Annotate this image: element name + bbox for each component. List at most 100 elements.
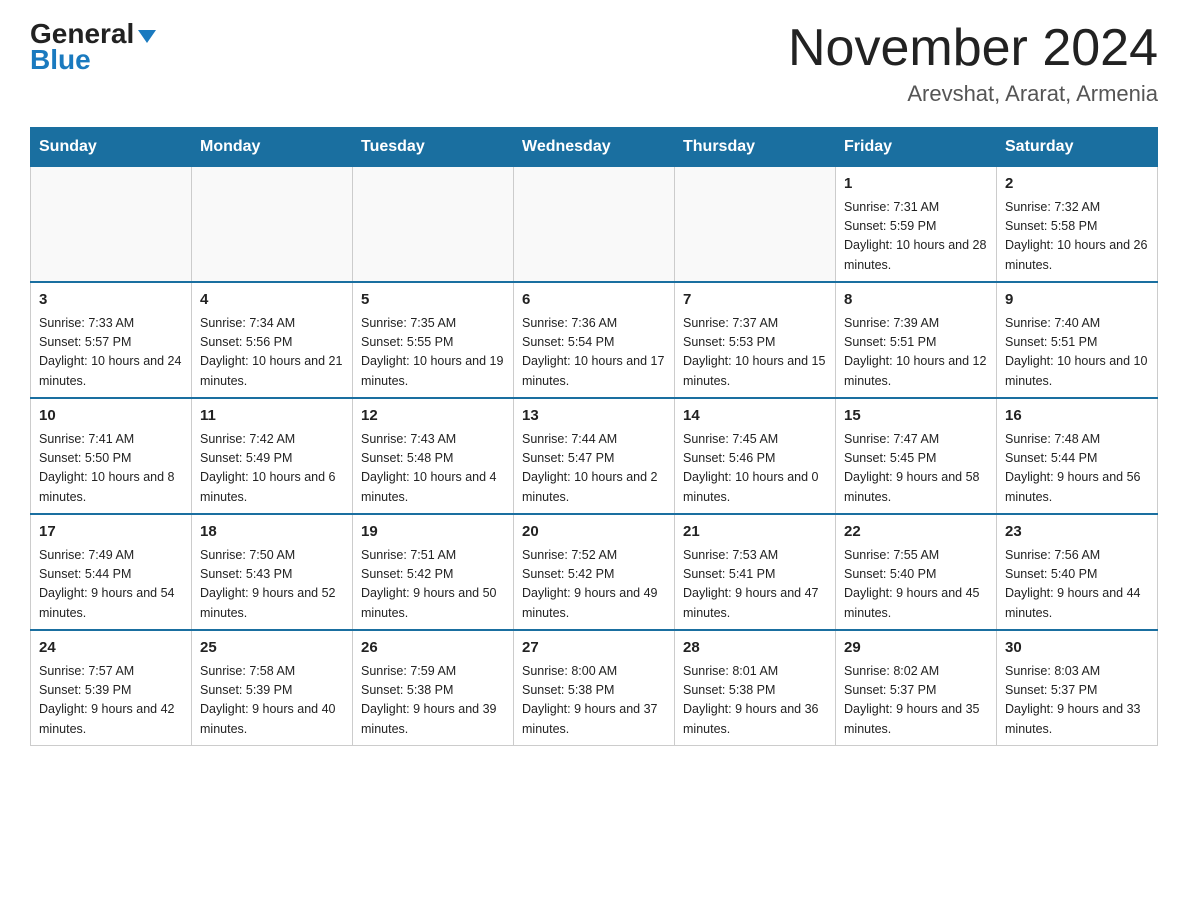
- calendar-table: SundayMondayTuesdayWednesdayThursdayFrid…: [30, 127, 1158, 746]
- day-info: Sunrise: 7:48 AM Sunset: 5:44 PM Dayligh…: [1005, 430, 1149, 508]
- day-info: Sunrise: 7:39 AM Sunset: 5:51 PM Dayligh…: [844, 314, 988, 392]
- day-number: 30: [1005, 637, 1149, 660]
- calendar-cell: 30Sunrise: 8:03 AM Sunset: 5:37 PM Dayli…: [997, 630, 1158, 746]
- calendar-cell: 7Sunrise: 7:37 AM Sunset: 5:53 PM Daylig…: [675, 282, 836, 398]
- col-header-friday: Friday: [836, 128, 997, 167]
- day-number: 8: [844, 289, 988, 312]
- calendar-cell: 20Sunrise: 7:52 AM Sunset: 5:42 PM Dayli…: [514, 514, 675, 630]
- calendar-header-row: SundayMondayTuesdayWednesdayThursdayFrid…: [31, 128, 1158, 167]
- calendar-cell: 9Sunrise: 7:40 AM Sunset: 5:51 PM Daylig…: [997, 282, 1158, 398]
- day-info: Sunrise: 7:56 AM Sunset: 5:40 PM Dayligh…: [1005, 546, 1149, 624]
- day-info: Sunrise: 8:03 AM Sunset: 5:37 PM Dayligh…: [1005, 662, 1149, 740]
- day-info: Sunrise: 7:41 AM Sunset: 5:50 PM Dayligh…: [39, 430, 183, 508]
- calendar-cell: [353, 167, 514, 283]
- day-info: Sunrise: 7:36 AM Sunset: 5:54 PM Dayligh…: [522, 314, 666, 392]
- day-number: 20: [522, 521, 666, 544]
- day-info: Sunrise: 8:01 AM Sunset: 5:38 PM Dayligh…: [683, 662, 827, 740]
- day-info: Sunrise: 7:31 AM Sunset: 5:59 PM Dayligh…: [844, 198, 988, 276]
- calendar-week-row: 1Sunrise: 7:31 AM Sunset: 5:59 PM Daylig…: [31, 167, 1158, 283]
- day-number: 24: [39, 637, 183, 660]
- calendar-cell: 1Sunrise: 7:31 AM Sunset: 5:59 PM Daylig…: [836, 167, 997, 283]
- day-number: 12: [361, 405, 505, 428]
- calendar-cell: 22Sunrise: 7:55 AM Sunset: 5:40 PM Dayli…: [836, 514, 997, 630]
- day-info: Sunrise: 7:42 AM Sunset: 5:49 PM Dayligh…: [200, 430, 344, 508]
- day-number: 1: [844, 173, 988, 196]
- day-number: 29: [844, 637, 988, 660]
- day-info: Sunrise: 7:52 AM Sunset: 5:42 PM Dayligh…: [522, 546, 666, 624]
- calendar-cell: 18Sunrise: 7:50 AM Sunset: 5:43 PM Dayli…: [192, 514, 353, 630]
- day-number: 26: [361, 637, 505, 660]
- calendar-cell: 10Sunrise: 7:41 AM Sunset: 5:50 PM Dayli…: [31, 398, 192, 514]
- day-info: Sunrise: 7:50 AM Sunset: 5:43 PM Dayligh…: [200, 546, 344, 624]
- day-number: 4: [200, 289, 344, 312]
- day-number: 21: [683, 521, 827, 544]
- day-info: Sunrise: 7:32 AM Sunset: 5:58 PM Dayligh…: [1005, 198, 1149, 276]
- calendar-cell: 12Sunrise: 7:43 AM Sunset: 5:48 PM Dayli…: [353, 398, 514, 514]
- calendar-cell: 3Sunrise: 7:33 AM Sunset: 5:57 PM Daylig…: [31, 282, 192, 398]
- calendar-cell: [675, 167, 836, 283]
- calendar-cell: 26Sunrise: 7:59 AM Sunset: 5:38 PM Dayli…: [353, 630, 514, 746]
- day-number: 17: [39, 521, 183, 544]
- calendar-cell: 19Sunrise: 7:51 AM Sunset: 5:42 PM Dayli…: [353, 514, 514, 630]
- day-number: 11: [200, 405, 344, 428]
- calendar-cell: 2Sunrise: 7:32 AM Sunset: 5:58 PM Daylig…: [997, 167, 1158, 283]
- day-number: 10: [39, 405, 183, 428]
- col-header-sunday: Sunday: [31, 128, 192, 167]
- day-number: 15: [844, 405, 988, 428]
- title-area: November 2024 Arevshat, Ararat, Armenia: [788, 20, 1158, 107]
- calendar-cell: 29Sunrise: 8:02 AM Sunset: 5:37 PM Dayli…: [836, 630, 997, 746]
- day-info: Sunrise: 7:47 AM Sunset: 5:45 PM Dayligh…: [844, 430, 988, 508]
- day-number: 25: [200, 637, 344, 660]
- day-info: Sunrise: 7:45 AM Sunset: 5:46 PM Dayligh…: [683, 430, 827, 508]
- day-info: Sunrise: 7:35 AM Sunset: 5:55 PM Dayligh…: [361, 314, 505, 392]
- logo-arrow-icon: [138, 30, 156, 43]
- calendar-cell: [192, 167, 353, 283]
- month-title: November 2024: [788, 20, 1158, 77]
- calendar-week-row: 17Sunrise: 7:49 AM Sunset: 5:44 PM Dayli…: [31, 514, 1158, 630]
- col-header-tuesday: Tuesday: [353, 128, 514, 167]
- day-info: Sunrise: 7:55 AM Sunset: 5:40 PM Dayligh…: [844, 546, 988, 624]
- day-number: 6: [522, 289, 666, 312]
- day-info: Sunrise: 7:43 AM Sunset: 5:48 PM Dayligh…: [361, 430, 505, 508]
- day-number: 13: [522, 405, 666, 428]
- day-info: Sunrise: 7:58 AM Sunset: 5:39 PM Dayligh…: [200, 662, 344, 740]
- day-number: 27: [522, 637, 666, 660]
- calendar-cell: 28Sunrise: 8:01 AM Sunset: 5:38 PM Dayli…: [675, 630, 836, 746]
- day-info: Sunrise: 7:44 AM Sunset: 5:47 PM Dayligh…: [522, 430, 666, 508]
- calendar-week-row: 3Sunrise: 7:33 AM Sunset: 5:57 PM Daylig…: [31, 282, 1158, 398]
- day-info: Sunrise: 7:53 AM Sunset: 5:41 PM Dayligh…: [683, 546, 827, 624]
- day-info: Sunrise: 7:33 AM Sunset: 5:57 PM Dayligh…: [39, 314, 183, 392]
- day-number: 5: [361, 289, 505, 312]
- day-info: Sunrise: 7:40 AM Sunset: 5:51 PM Dayligh…: [1005, 314, 1149, 392]
- day-number: 7: [683, 289, 827, 312]
- col-header-wednesday: Wednesday: [514, 128, 675, 167]
- logo: General Blue: [30, 20, 156, 76]
- day-info: Sunrise: 7:59 AM Sunset: 5:38 PM Dayligh…: [361, 662, 505, 740]
- location-title: Arevshat, Ararat, Armenia: [788, 81, 1158, 107]
- day-info: Sunrise: 7:49 AM Sunset: 5:44 PM Dayligh…: [39, 546, 183, 624]
- calendar-cell: 23Sunrise: 7:56 AM Sunset: 5:40 PM Dayli…: [997, 514, 1158, 630]
- day-info: Sunrise: 8:00 AM Sunset: 5:38 PM Dayligh…: [522, 662, 666, 740]
- calendar-cell: 16Sunrise: 7:48 AM Sunset: 5:44 PM Dayli…: [997, 398, 1158, 514]
- calendar-cell: 24Sunrise: 7:57 AM Sunset: 5:39 PM Dayli…: [31, 630, 192, 746]
- day-info: Sunrise: 7:57 AM Sunset: 5:39 PM Dayligh…: [39, 662, 183, 740]
- calendar-cell: 8Sunrise: 7:39 AM Sunset: 5:51 PM Daylig…: [836, 282, 997, 398]
- day-number: 18: [200, 521, 344, 544]
- day-info: Sunrise: 7:37 AM Sunset: 5:53 PM Dayligh…: [683, 314, 827, 392]
- calendar-week-row: 24Sunrise: 7:57 AM Sunset: 5:39 PM Dayli…: [31, 630, 1158, 746]
- calendar-cell: 13Sunrise: 7:44 AM Sunset: 5:47 PM Dayli…: [514, 398, 675, 514]
- header: General Blue November 2024 Arevshat, Ara…: [30, 20, 1158, 107]
- calendar-cell: 15Sunrise: 7:47 AM Sunset: 5:45 PM Dayli…: [836, 398, 997, 514]
- calendar-cell: 25Sunrise: 7:58 AM Sunset: 5:39 PM Dayli…: [192, 630, 353, 746]
- day-number: 9: [1005, 289, 1149, 312]
- calendar-cell: 27Sunrise: 8:00 AM Sunset: 5:38 PM Dayli…: [514, 630, 675, 746]
- calendar-cell: 4Sunrise: 7:34 AM Sunset: 5:56 PM Daylig…: [192, 282, 353, 398]
- calendar-cell: 11Sunrise: 7:42 AM Sunset: 5:49 PM Dayli…: [192, 398, 353, 514]
- col-header-saturday: Saturday: [997, 128, 1158, 167]
- day-info: Sunrise: 8:02 AM Sunset: 5:37 PM Dayligh…: [844, 662, 988, 740]
- calendar-cell: 14Sunrise: 7:45 AM Sunset: 5:46 PM Dayli…: [675, 398, 836, 514]
- calendar-cell: 6Sunrise: 7:36 AM Sunset: 5:54 PM Daylig…: [514, 282, 675, 398]
- day-number: 19: [361, 521, 505, 544]
- calendar-cell: 17Sunrise: 7:49 AM Sunset: 5:44 PM Dayli…: [31, 514, 192, 630]
- day-number: 3: [39, 289, 183, 312]
